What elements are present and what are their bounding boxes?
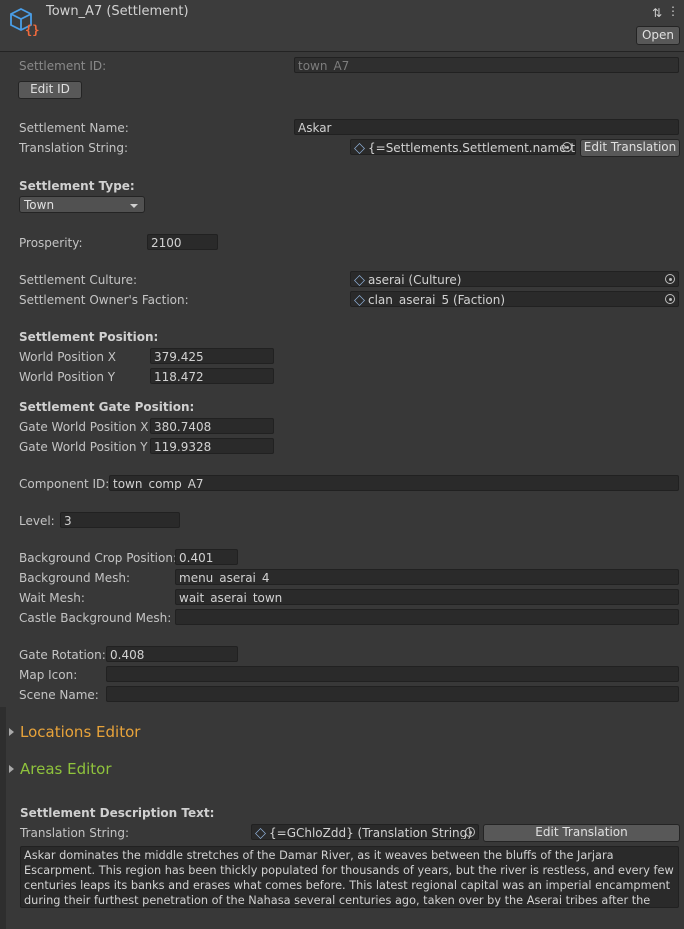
gate-position-x-input[interactable]: 380.7408 (150, 418, 274, 434)
translation-string-label: Translation String: (19, 141, 129, 155)
translation-object-icon (354, 143, 365, 154)
map-icon-input[interactable] (106, 666, 679, 682)
background-crop-label: Background Crop Position: (19, 551, 177, 565)
component-id-label: Component ID: (19, 477, 110, 491)
wait-mesh-label: Wait Mesh: (19, 591, 85, 605)
component-id-input[interactable]: town_comp_A7 (109, 475, 679, 491)
edit-translation-button[interactable]: Edit Translation (580, 139, 680, 157)
castle-background-mesh-label: Castle Background Mesh: (19, 611, 172, 625)
foldout-arrow-icon[interactable] (9, 765, 14, 773)
world-position-y-label: World Position Y (19, 370, 116, 384)
gate-position-y-input[interactable]: 119.9328 (150, 438, 274, 454)
gate-rotation-label: Gate Rotation: (19, 648, 106, 662)
more-options-icon[interactable]: ⋮ (667, 4, 679, 18)
owner-faction-field[interactable]: clan_aserai_5 (Faction) (350, 291, 679, 307)
object-picker-icon[interactable] (665, 294, 675, 304)
gate-position-x-label: Gate World Position X (19, 420, 149, 434)
world-position-x-input[interactable]: 379.425 (150, 348, 274, 364)
wait-mesh-input[interactable]: wait_aserai_town (175, 589, 679, 605)
indent-gutter (0, 707, 6, 929)
castle-background-mesh-input[interactable] (175, 609, 679, 625)
settlement-culture-label: Settlement Culture: (19, 273, 138, 287)
translation-object-icon (255, 828, 266, 839)
background-mesh-label: Background Mesh: (19, 571, 131, 585)
description-edit-translation-button[interactable]: Edit Translation (483, 824, 680, 842)
description-translation-label: Translation String: (20, 826, 130, 840)
settlement-culture-field[interactable]: aserai (Culture) (350, 271, 679, 287)
faction-object-icon (354, 295, 365, 306)
settlement-id-field: town_A7 (294, 57, 679, 73)
map-icon-label: Map Icon: (19, 668, 78, 682)
prosperity-label: Prosperity: (19, 236, 83, 250)
open-button[interactable]: Open (636, 26, 680, 45)
settlement-culture-value: aserai (Culture) (368, 273, 462, 287)
culture-object-icon (354, 275, 365, 286)
settlement-name-label: Settlement Name: (19, 121, 129, 135)
locations-editor-foldout[interactable]: Locations Editor (20, 723, 140, 741)
description-translation-field[interactable]: {=GChloZdd} (Translation String) (251, 824, 479, 840)
settings-sliders-icon[interactable]: ⇅ (652, 6, 662, 20)
world-position-y-input[interactable]: 118.472 (150, 368, 274, 384)
settlement-position-heading: Settlement Position: (19, 330, 159, 344)
edit-id-button[interactable]: Edit ID (18, 81, 82, 99)
description-textarea[interactable]: Askar dominates the middle stretches of … (20, 846, 679, 908)
level-label: Level: (19, 514, 55, 528)
settlement-name-input[interactable]: Askar (294, 119, 679, 135)
owner-faction-label: Settlement Owner's Faction: (19, 293, 189, 307)
description-translation-value: {=GChloZdd} (Translation String) (269, 826, 472, 840)
settlement-id-label: Settlement ID: (19, 59, 107, 73)
foldout-arrow-icon[interactable] (9, 728, 14, 736)
background-crop-input[interactable]: 0.401 (175, 549, 238, 565)
description-heading: Settlement Description Text: (20, 806, 215, 820)
inspector-header: {} Town_A7 (Settlement) ⇅ ⋮ Open (0, 0, 684, 52)
translation-string-value: {=Settlements.Settlement.name.to (368, 141, 576, 155)
world-position-x-label: World Position X (19, 350, 116, 364)
inspector-title: Town_A7 (Settlement) (46, 4, 189, 19)
svg-text:{}: {} (25, 23, 39, 36)
gate-position-heading: Settlement Gate Position: (19, 400, 195, 414)
settlement-type-dropdown[interactable]: Town (19, 196, 145, 213)
gate-position-y-label: Gate World Position Y (19, 440, 148, 454)
object-picker-icon[interactable] (562, 142, 572, 152)
gate-rotation-input[interactable]: 0.408 (106, 646, 238, 662)
scene-name-input[interactable] (106, 686, 679, 702)
owner-faction-value: clan_aserai_5 (Faction) (368, 293, 506, 307)
dropdown-arrow-icon (130, 204, 138, 208)
object-picker-icon[interactable] (465, 827, 475, 837)
settlement-type-value: Town (24, 198, 55, 212)
object-picker-icon[interactable] (665, 274, 675, 284)
background-mesh-input[interactable]: menu_aserai_4 (175, 569, 679, 585)
settlement-type-heading: Settlement Type: (19, 179, 135, 193)
level-input[interactable]: 3 (60, 512, 180, 528)
script-object-icon: {} (10, 7, 39, 36)
scene-name-label: Scene Name: (19, 688, 99, 702)
translation-string-field[interactable]: {=Settlements.Settlement.name.to (350, 139, 576, 155)
areas-editor-foldout[interactable]: Areas Editor (20, 760, 112, 778)
prosperity-input[interactable]: 2100 (147, 234, 218, 250)
